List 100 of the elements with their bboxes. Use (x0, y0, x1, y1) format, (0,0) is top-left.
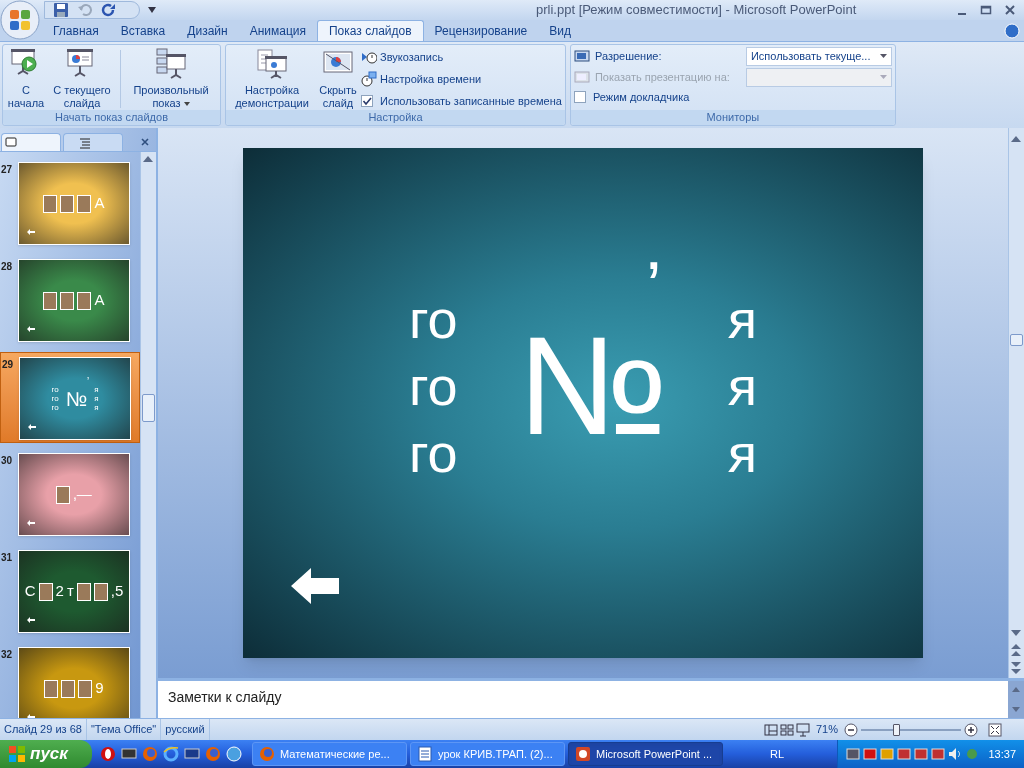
slide-thumbnail-row[interactable]: 28 А (0, 255, 140, 346)
slide-sorter-icon[interactable] (779, 722, 794, 737)
thumbnail-text: го (51, 385, 59, 394)
ribbon-tab[interactable]: Анимация (238, 20, 317, 41)
arrow-left-icon (27, 617, 35, 623)
scroll-down-icon[interactable] (1012, 707, 1020, 712)
photo-placeholder (44, 679, 59, 698)
zoom-level-text: 71% (815, 722, 838, 738)
scrollbar-thumb[interactable] (1010, 334, 1023, 346)
ribbon-button[interactable]: С начала (6, 48, 46, 110)
photo-placeholder (77, 194, 92, 213)
slideshow-screen-icon (155, 48, 187, 80)
group-title: Настройка (226, 110, 565, 125)
tray-icon[interactable] (914, 747, 929, 761)
fit-to-window-icon[interactable] (988, 722, 1002, 737)
checkbox[interactable] (573, 91, 586, 103)
zoom-in-icon[interactable] (964, 722, 978, 737)
customize-dropdown-icon[interactable] (148, 7, 156, 13)
check-icon (362, 96, 372, 106)
ribbon-tab[interactable]: Рецензирование (423, 20, 539, 41)
redo-icon[interactable] (101, 2, 117, 18)
slide-text: я (727, 421, 757, 485)
photo-placeholder (60, 291, 75, 310)
field-label: Разрешение: (594, 48, 662, 64)
ribbon-button[interactable]: Произвольный показ (125, 48, 217, 110)
scrollbar[interactable] (1008, 128, 1024, 678)
scrollbar[interactable] (1008, 681, 1024, 718)
ribbon-button[interactable]: Настройка демонстрации (229, 48, 315, 110)
tray-icon[interactable] (880, 747, 895, 761)
speaker-icon[interactable] (948, 747, 963, 761)
maximize-icon[interactable] (980, 4, 992, 16)
slide-text: го (409, 287, 458, 351)
circle-icon[interactable] (100, 746, 116, 762)
notes-field[interactable]: Заметки к слайду (158, 681, 1008, 718)
slide-thumbnail[interactable]: С 2 т ,5 (18, 550, 130, 633)
arrow-left-icon (27, 520, 35, 526)
ribbon-tab[interactable]: Дизайн (176, 20, 239, 41)
ribbon-tab[interactable]: Вид (538, 20, 582, 41)
normal-view-icon[interactable] (763, 722, 778, 737)
tray-icon[interactable] (846, 747, 861, 761)
slide-thumbnail-row[interactable]: 32 9 (0, 643, 140, 718)
ribbon-button[interactable]: Скрыть слайд (317, 48, 359, 110)
taskbar-button[interactable]: Microsoft PowerPoint ... (568, 742, 723, 766)
thumbnail-text: ‚— (73, 484, 92, 505)
save-icon[interactable] (53, 2, 69, 18)
next-slide-icon[interactable] (1011, 662, 1021, 674)
slide-number: 27 (0, 163, 14, 177)
monitor-icon[interactable] (184, 746, 200, 762)
photo-placeholder (77, 291, 92, 310)
slide-number: 28 (0, 260, 14, 274)
scroll-down-icon[interactable] (1011, 630, 1021, 636)
slide-thumbnail[interactable]: А (18, 259, 130, 342)
accent-mark: ʼ (86, 374, 90, 389)
scroll-up-icon[interactable] (143, 156, 153, 162)
ribbon-button[interactable]: Настройка времени (361, 70, 562, 88)
thumbnail-text: № (65, 387, 88, 410)
arrow-left-icon (291, 568, 339, 604)
ribbon-tab[interactable]: Показ слайдов (317, 20, 424, 41)
previous-slide-icon[interactable] (1011, 644, 1021, 656)
ribbon-button[interactable]: Звукозапись (361, 48, 562, 66)
photo-placeholder (43, 194, 58, 213)
tray-icon[interactable] (897, 747, 912, 761)
arrow-left-icon (28, 424, 36, 430)
taskbar-button[interactable]: Математические ре... (252, 742, 407, 766)
photo-placeholder (43, 291, 58, 310)
monitor-icon[interactable] (121, 746, 137, 762)
close-icon[interactable] (1004, 4, 1016, 16)
taskbar-button[interactable]: урок КРИВ.ТРАП. (2)... (410, 742, 565, 766)
close-icon[interactable] (140, 137, 150, 147)
slideshow-icon[interactable] (795, 722, 810, 737)
tray-icon[interactable] (931, 747, 946, 761)
slide-thumbnail-row[interactable]: 31 С 2 т ,5 (0, 546, 140, 637)
browser-e-icon[interactable] (163, 746, 179, 762)
scroll-up-icon[interactable] (1011, 136, 1021, 142)
pane-tab[interactable] (63, 133, 123, 151)
pane-tab[interactable] (1, 133, 61, 151)
slider-thumb[interactable] (893, 723, 900, 736)
presentation-icon (575, 746, 591, 762)
slide-thumbnail-row[interactable]: 27 А (0, 158, 140, 249)
scroll-up-icon[interactable] (1012, 687, 1020, 692)
ribbon-button[interactable]: С текущего слайда (48, 48, 116, 110)
slide-number: 30 (0, 454, 14, 468)
language-indicator[interactable]: RL (770, 745, 785, 763)
ribbon-tab[interactable]: Вставка (109, 20, 177, 41)
tray-icon[interactable] (863, 747, 878, 761)
slide-thumbnail-row[interactable]: 30 ‚— (0, 449, 140, 540)
scrollbar[interactable] (140, 152, 156, 718)
zoom-slider[interactable] (861, 722, 961, 737)
slide-number: 32 (0, 648, 14, 662)
monitor-icon (573, 70, 590, 84)
scrollbar-thumb[interactable] (142, 394, 155, 422)
dropdown-field[interactable]: Использовать текуще... (745, 46, 892, 66)
checkbox[interactable] (361, 95, 373, 107)
group-title: Мониторы (570, 110, 895, 125)
thumbnail-text: го (51, 394, 59, 403)
zoom-out-icon[interactable] (844, 722, 858, 737)
slides-icon (4, 135, 18, 150)
slide-number: 31 (0, 551, 14, 565)
ribbon-tab[interactable]: Главная (42, 20, 110, 41)
thumbnail-text: го (51, 403, 59, 412)
